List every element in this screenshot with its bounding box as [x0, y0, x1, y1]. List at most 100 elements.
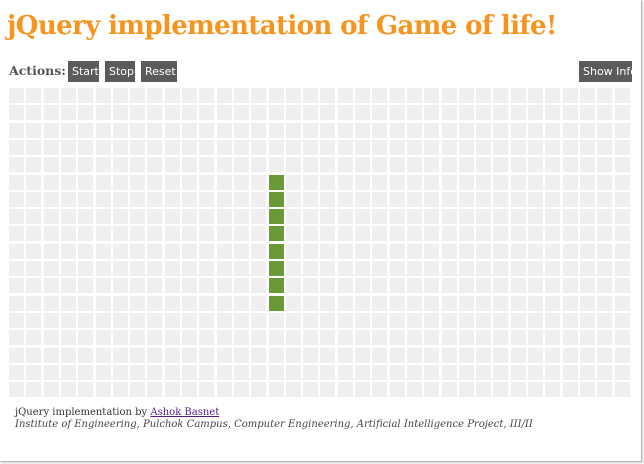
grid-cell[interactable] — [26, 226, 42, 242]
grid-cell[interactable] — [216, 122, 232, 138]
grid-cell[interactable] — [147, 382, 163, 398]
grid-cell[interactable] — [579, 261, 595, 276]
grid-cell[interactable] — [562, 295, 578, 311]
grid-cell[interactable] — [95, 364, 111, 380]
grid-cell[interactable] — [320, 174, 336, 190]
grid-cell[interactable] — [43, 364, 59, 380]
grid-cell[interactable] — [78, 312, 94, 328]
grid-cell[interactable] — [147, 261, 163, 276]
grid-cell[interactable] — [597, 174, 613, 190]
grid-cell[interactable] — [510, 364, 526, 380]
grid-cell[interactable] — [233, 243, 249, 259]
grid-cell[interactable] — [355, 364, 370, 380]
grid-cell[interactable] — [320, 347, 336, 363]
grid-cell[interactable] — [112, 122, 128, 138]
grid-cell[interactable] — [303, 88, 319, 103]
grid-cell[interactable] — [268, 157, 284, 173]
grid-cell[interactable] — [95, 312, 111, 328]
grid-cell[interactable] — [9, 295, 24, 311]
grid-cell[interactable] — [579, 243, 595, 259]
grid-cell[interactable] — [164, 382, 180, 398]
grid-cell[interactable] — [320, 278, 336, 294]
grid-cell[interactable] — [545, 209, 561, 225]
grid-cell[interactable] — [251, 312, 267, 328]
grid-cell[interactable] — [147, 364, 163, 380]
grid-cell[interactable] — [493, 88, 509, 103]
grid-cell[interactable] — [528, 364, 543, 380]
grid-cell[interactable] — [26, 243, 42, 259]
grid-cell[interactable] — [424, 261, 440, 276]
grid-cell[interactable] — [303, 139, 319, 155]
grid-cell[interactable] — [545, 88, 561, 103]
grid-cell[interactable] — [424, 330, 440, 346]
grid-cell[interactable] — [95, 330, 111, 346]
grid-cell[interactable] — [112, 295, 128, 311]
grid-cell[interactable] — [355, 382, 370, 398]
grid-cell[interactable] — [199, 157, 215, 173]
grid-cell[interactable] — [60, 364, 76, 380]
grid-cell[interactable] — [233, 88, 249, 103]
grid-cell[interactable] — [493, 209, 509, 225]
grid-cell[interactable] — [199, 295, 215, 311]
grid-cell[interactable] — [579, 122, 595, 138]
grid-cell[interactable] — [320, 105, 336, 121]
grid-cell[interactable] — [355, 139, 370, 155]
grid-cell[interactable] — [406, 191, 422, 207]
grid-cell[interactable] — [233, 191, 249, 207]
grid-cell[interactable] — [355, 278, 370, 294]
grid-cell[interactable] — [337, 157, 353, 173]
grid-cell[interactable] — [303, 122, 319, 138]
grid-cell[interactable] — [199, 139, 215, 155]
grid-cell[interactable] — [545, 364, 561, 380]
start-button[interactable]: Start — [68, 61, 99, 82]
grid-cell[interactable] — [545, 226, 561, 242]
grid-cell[interactable] — [78, 191, 94, 207]
grid-cell[interactable] — [389, 364, 405, 380]
grid-cell[interactable] — [182, 174, 197, 190]
grid-cell[interactable] — [458, 157, 474, 173]
grid-cell[interactable] — [26, 382, 42, 398]
grid-cell[interactable] — [389, 295, 405, 311]
grid-cell[interactable] — [320, 226, 336, 242]
grid-cell[interactable] — [147, 191, 163, 207]
grid-cell[interactable] — [251, 174, 267, 190]
grid-cell[interactable] — [112, 88, 128, 103]
grid-cell[interactable] — [60, 226, 76, 242]
grid-cell[interactable] — [424, 382, 440, 398]
grid-cell[interactable] — [164, 88, 180, 103]
grid-cell[interactable] — [528, 191, 543, 207]
grid-cell[interactable] — [355, 226, 370, 242]
grid-cell[interactable] — [78, 364, 94, 380]
grid-cell[interactable] — [320, 261, 336, 276]
grid-cell[interactable] — [562, 243, 578, 259]
grid-cell[interactable] — [233, 364, 249, 380]
grid-cell[interactable] — [614, 174, 630, 190]
grid-cell[interactable] — [78, 209, 94, 225]
grid-cell[interactable] — [562, 382, 578, 398]
grid-cell[interactable] — [597, 330, 613, 346]
grid-cell[interactable] — [614, 157, 630, 173]
grid-cell[interactable] — [614, 209, 630, 225]
grid-cell[interactable] — [441, 191, 457, 207]
grid-cell[interactable] — [510, 347, 526, 363]
grid-cell[interactable] — [164, 105, 180, 121]
grid-cell[interactable] — [285, 278, 301, 294]
grid-cell[interactable] — [476, 226, 492, 242]
grid-cell[interactable] — [130, 347, 146, 363]
grid-cell[interactable] — [303, 347, 319, 363]
grid-cell[interactable] — [562, 347, 578, 363]
grid-cell[interactable] — [510, 105, 526, 121]
grid-cell[interactable] — [43, 191, 59, 207]
grid-cell[interactable] — [130, 330, 146, 346]
grid-cell[interactable] — [78, 278, 94, 294]
grid-cell[interactable] — [285, 382, 301, 398]
grid-cell[interactable] — [614, 226, 630, 242]
grid-cell[interactable] — [285, 209, 301, 225]
grid-cell[interactable] — [562, 139, 578, 155]
grid-cell[interactable] — [562, 88, 578, 103]
grid-cell[interactable] — [182, 364, 197, 380]
grid-cell[interactable] — [337, 139, 353, 155]
grid-cell[interactable] — [320, 243, 336, 259]
grid-cell[interactable] — [130, 88, 146, 103]
grid-cell[interactable] — [441, 122, 457, 138]
